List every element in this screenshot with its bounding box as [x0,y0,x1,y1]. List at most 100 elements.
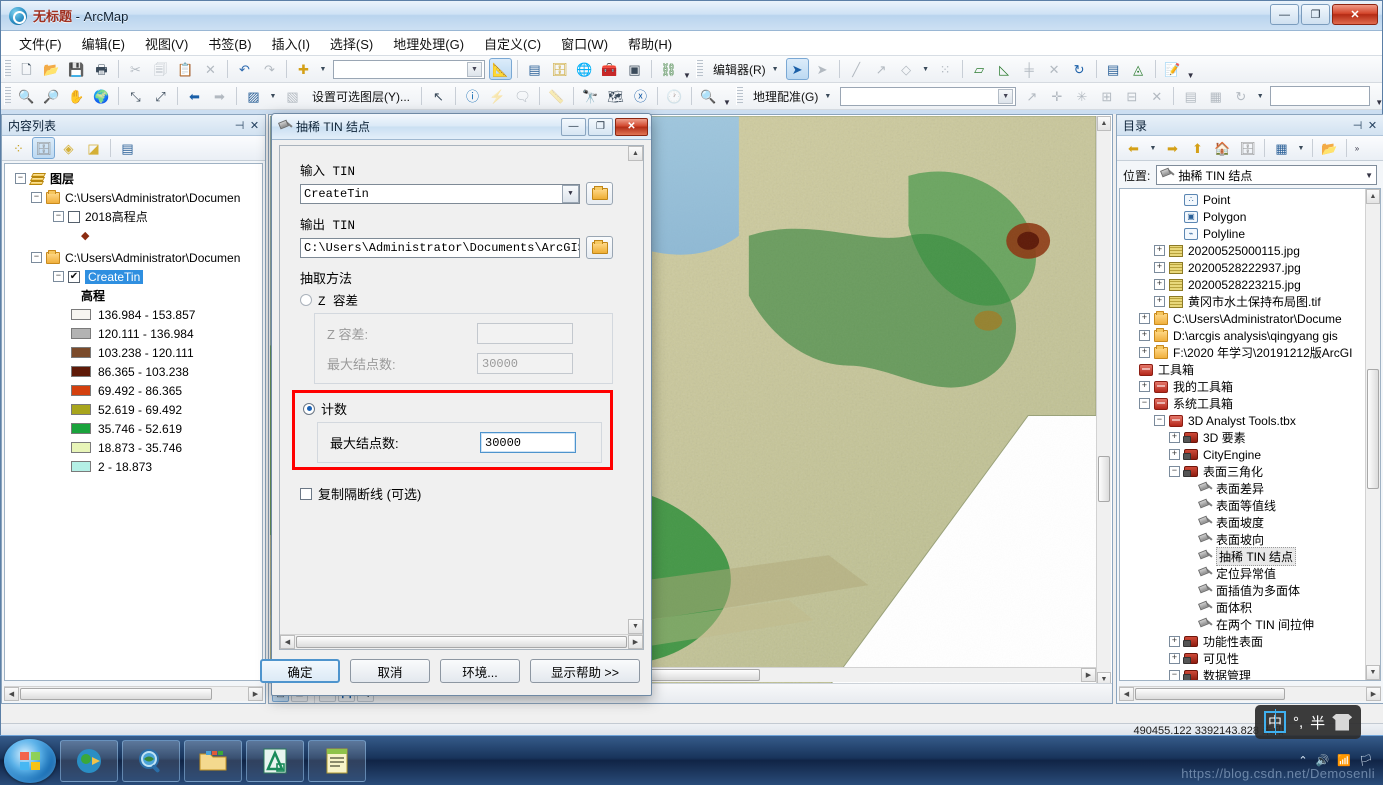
delete-link-icon[interactable]: ✕ [1145,85,1168,107]
select-dropdown-icon[interactable]: ▼ [267,85,279,107]
create-features-icon[interactable]: 📝 [1161,58,1184,80]
model-builder-icon[interactable]: ⛓ [657,58,680,80]
catalog-tree-item[interactable]: 抽稀 TIN 结点 [1120,548,1364,565]
default-geodatabase-icon[interactable]: 🗄 [1236,137,1259,159]
save-map-icon[interactable]: 💾 [65,58,88,80]
undo-icon[interactable]: ↶ [233,58,256,80]
map-scale-combo[interactable]: ▼ [333,60,485,79]
output-tin-browse-button[interactable] [586,236,613,259]
find-input[interactable] [1270,86,1370,106]
toolbar-grip[interactable] [4,87,11,105]
split-icon[interactable]: ✕ [1043,58,1066,80]
print-icon[interactable]: 🖶 [90,58,113,80]
catalog-horizontal-scrollbar[interactable]: ◀ ▶ [1119,686,1381,701]
chevron-down-icon[interactable]: ▼ [1365,171,1373,180]
expander-icon[interactable]: + [1139,381,1150,392]
menu-item-edit[interactable]: 编辑(E) [72,31,135,56]
catalog-tree-item[interactable]: ∴Point [1120,191,1364,208]
catalog-tree-item[interactable]: 表面坡度 [1120,514,1364,531]
scroll-thumb[interactable] [1098,456,1110,502]
toc-close-icon[interactable]: ✕ [247,118,262,133]
scroll-down-icon[interactable]: ▼ [1366,665,1380,680]
sketch-properties-icon[interactable]: ◬ [1127,58,1150,80]
toolbar-grip[interactable] [4,60,11,78]
expander-icon[interactable]: − [1169,466,1180,477]
legend-item[interactable]: 2 - 18.873 [9,457,262,476]
cut-icon[interactable]: ✂ [124,58,147,80]
straight-segment-icon[interactable]: ╱ [845,58,868,80]
home-icon[interactable]: 🏠 [1211,137,1234,159]
reshape-feature-icon[interactable]: ◺ [993,58,1016,80]
catalog-tree-item[interactable]: 表面等值线 [1120,497,1364,514]
catalog-tree[interactable]: ∴Point▣Polygon⌁Polyline+20200525000115.j… [1119,188,1381,681]
catalog-tree-item[interactable]: +20200528223215.jpg [1120,276,1364,293]
midpoint-icon[interactable]: ⁙ [934,58,957,80]
previous-extent-icon[interactable]: ⬅ [183,85,206,107]
ok-button[interactable]: 确定 [260,659,340,683]
search-window-icon[interactable]: 🌐 [573,58,596,80]
scroll-thumb[interactable] [296,636,627,648]
up-one-level-icon[interactable]: ⬆ [1186,137,1209,159]
expander-icon[interactable]: + [1169,449,1180,460]
catalog-tree-item[interactable]: 表面坡向 [1120,531,1364,548]
add-data-icon[interactable]: ✚ [292,58,315,80]
legend-item[interactable]: 35.746 - 52.619 [9,419,262,438]
scroll-right-icon[interactable]: ▶ [248,687,263,701]
ime-punctuation-mode[interactable]: °, [1293,714,1303,731]
legend-item[interactable]: 120.111 - 136.984 [9,324,262,343]
menu-item-customize[interactable]: 自定义(C) [474,31,551,56]
legend-item[interactable]: 86.365 - 103.238 [9,362,262,381]
dialog-maximize-button[interactable]: ❐ [588,118,613,136]
connect-to-folder-icon[interactable]: 📂 [1318,137,1341,159]
legend-item[interactable]: 52.619 - 69.492 [9,400,262,419]
html-popup-icon[interactable]: 🗨 [511,85,534,107]
list-by-source-icon[interactable]: 🗄 [32,137,55,159]
georef-rotate-dropdown-icon[interactable]: ▼ [1254,85,1266,107]
map-vertical-scrollbar[interactable]: ▲ ▼ [1096,116,1111,687]
show-help-button[interactable]: 显示帮助 >> [530,659,640,683]
toolbar-overflow-icon[interactable]: ▼ [1185,58,1197,80]
environments-button[interactable]: 环境... [440,659,520,683]
catalog-tree-item[interactable]: 面插值为多面体 [1120,582,1364,599]
list-by-visibility-icon[interactable]: ◈ [57,137,80,159]
trace-icon[interactable]: ◇ [895,58,918,80]
scroll-up-icon[interactable]: ▲ [628,146,643,161]
scroll-right-icon[interactable]: ▶ [1081,668,1096,682]
edit-tool-icon[interactable]: ➤ [786,58,809,80]
hyperlink-icon[interactable]: ⚡ [486,85,509,107]
menu-item-windows[interactable]: 窗口(W) [551,31,618,56]
expander-icon[interactable]: + [1169,653,1180,664]
expander-icon[interactable]: − [53,211,64,222]
catalog-tree-item[interactable]: +CityEngine [1120,446,1364,463]
catalog-tree-item[interactable]: 在两个 TIN 间拉伸 [1120,616,1364,633]
start-button[interactable] [4,739,56,783]
expander-icon[interactable]: + [1154,262,1165,273]
georeferencing-menu-button[interactable]: 地理配准(G) ▼ [746,86,837,107]
expander-icon[interactable]: + [1139,347,1150,358]
toc-tree[interactable]: − 图层 − C:\Users\Administrator\Documen − … [4,163,263,681]
catalog-tree-item[interactable]: +20200528222937.jpg [1120,259,1364,276]
catalog-tree-item[interactable]: 定位异常值 [1120,565,1364,582]
menu-item-help[interactable]: 帮助(H) [618,31,682,56]
catalog-tree-item[interactable]: +我的工具箱 [1120,378,1364,395]
expander-icon[interactable]: + [1154,279,1165,290]
catalog-tree-item[interactable]: 工具箱 [1120,361,1364,378]
copy-breaklines-checkbox[interactable] [300,488,312,500]
cut-polygons-icon[interactable]: ╪ [1018,58,1041,80]
toc-pin-icon[interactable]: ⊣ [232,118,247,133]
catalog-tree-item[interactable]: −系统工具箱 [1120,395,1364,412]
toolbar-overflow-icon[interactable]: ▼ [721,85,733,107]
legend-item[interactable]: 103.238 - 120.111 [9,343,262,362]
dialog-horizontal-scrollbar[interactable]: ◀ ▶ [280,634,643,649]
paste-icon[interactable]: 📋 [174,58,197,80]
catalog-pin-icon[interactable]: ⊣ [1350,118,1365,133]
expander-icon[interactable]: + [1154,245,1165,256]
toolbar-grip[interactable] [736,87,743,105]
catalog-tree-item[interactable]: −表面三角化 [1120,463,1364,480]
ime-indicator[interactable]: 中 °, 半 [1255,705,1361,739]
ztolerance-radio-row[interactable]: Z 容差 [300,290,613,309]
new-map-icon[interactable]: 🗋 [15,58,38,80]
pan-icon[interactable]: ✋ [65,85,88,107]
chevron-down-icon[interactable]: ▼ [562,185,579,203]
scroll-up-icon[interactable]: ▲ [1097,116,1111,131]
